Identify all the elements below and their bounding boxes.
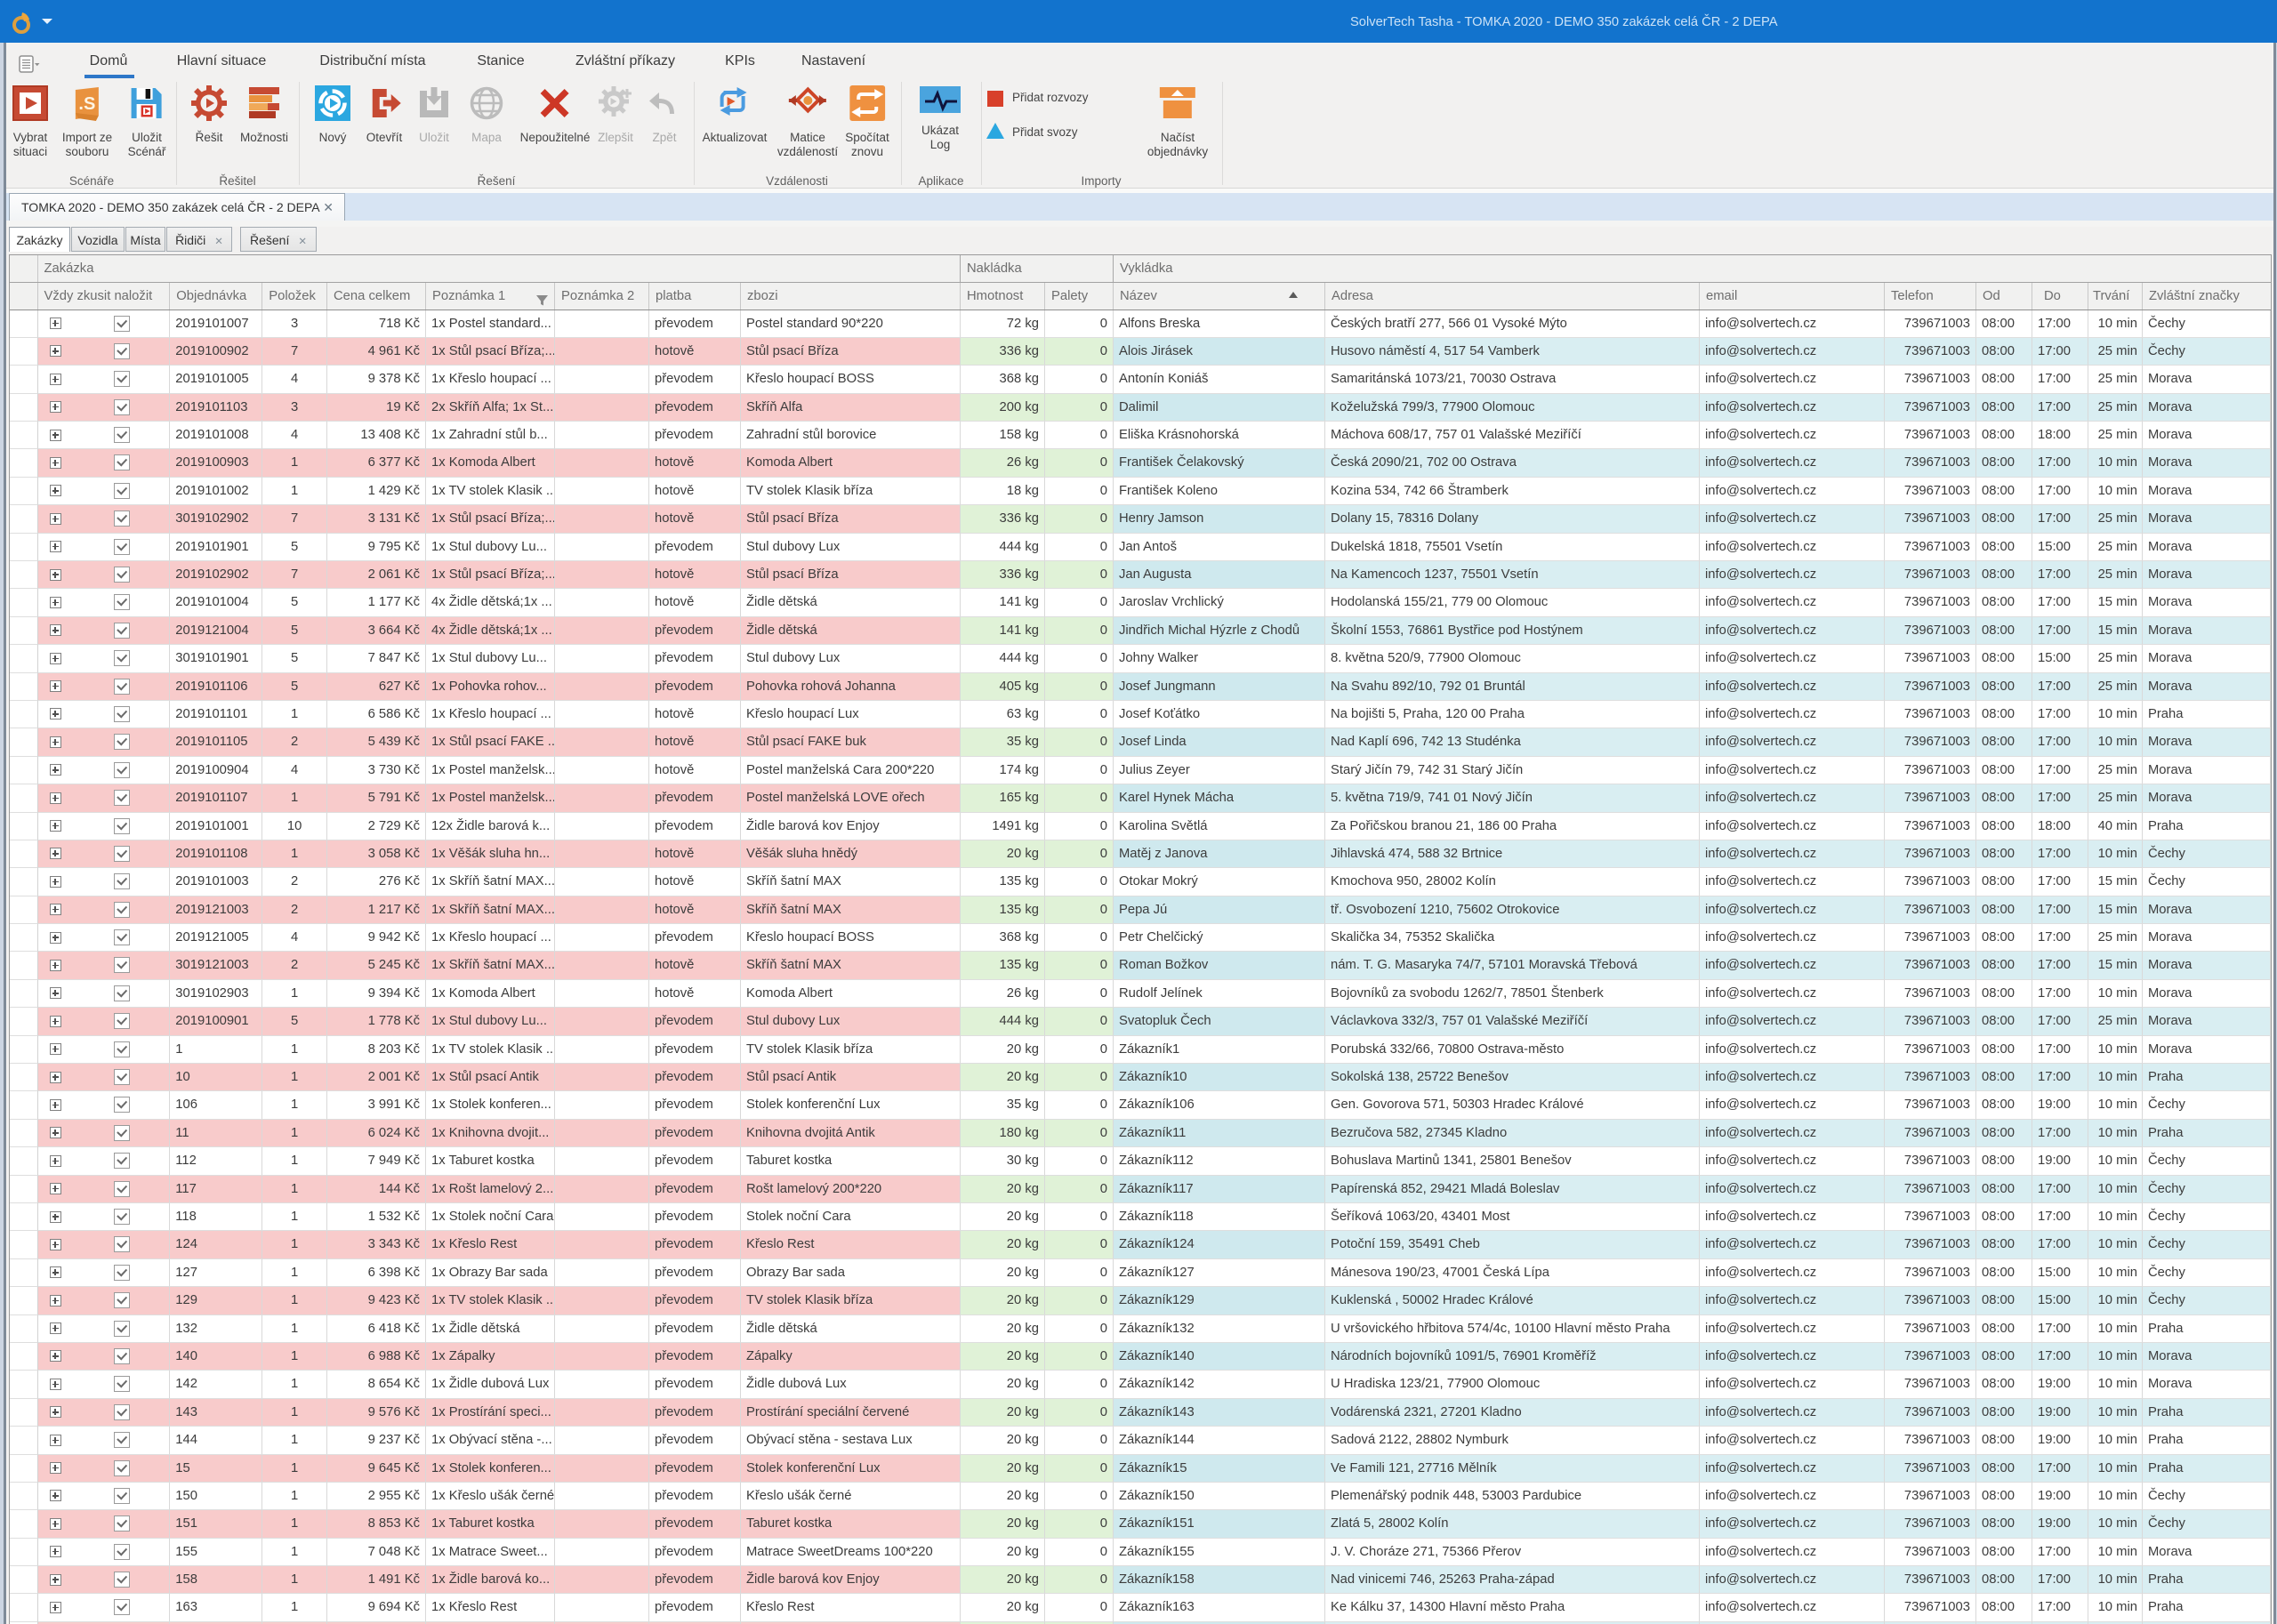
svg-text:.S: .S — [79, 94, 96, 114]
